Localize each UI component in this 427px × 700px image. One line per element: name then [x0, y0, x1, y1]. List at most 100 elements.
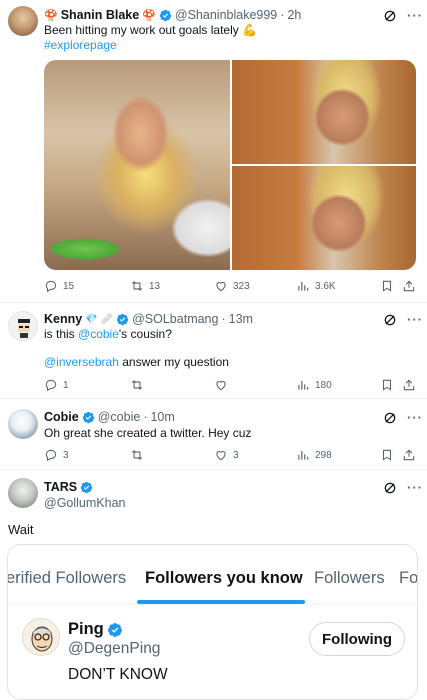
retweet-button[interactable]	[130, 448, 144, 462]
author-name[interactable]: TARS	[44, 480, 77, 494]
verified-badge-icon	[116, 313, 129, 325]
text-segment: Oh great she created a twitter. Hey cuz	[44, 426, 252, 440]
tweet-actions: 15 13 323 3.6K	[44, 279, 416, 295]
analytics-icon	[298, 281, 309, 291]
tweet-text: Been hitting my work out goals lately 💪 …	[44, 23, 257, 53]
text-segment: 's cousin?	[118, 327, 172, 341]
reply-tweet: Kenny 💎 🩹 @SOLbatmang · 13m ··· is this …	[0, 303, 427, 398]
tweet-actions: 1 180	[44, 378, 416, 394]
following-button[interactable]: Following	[309, 622, 405, 656]
author-name[interactable]: Shanin Blake	[61, 8, 140, 22]
tab-divider	[8, 604, 417, 605]
tweet-top-actions: ···	[383, 313, 423, 327]
author-name[interactable]: Kenny	[44, 312, 82, 326]
share-button[interactable]	[402, 448, 416, 462]
user-handle[interactable]: @DegenPing	[68, 640, 160, 658]
retweet-icon	[131, 281, 143, 291]
more-options-icon[interactable]: ···	[407, 411, 423, 424]
bookmark-icon	[382, 449, 392, 461]
analytics-icon	[298, 380, 309, 390]
retweet-button[interactable]: 13	[130, 279, 160, 293]
tweet-text-line2: @inversebrah answer my question	[44, 355, 229, 370]
tab-verified-followers[interactable]: erified Followers	[8, 569, 126, 588]
tab-following[interactable]: Fo	[399, 569, 417, 588]
reply-button[interactable]: 3	[44, 448, 69, 462]
user-name[interactable]: Ping	[68, 620, 104, 639]
view-count: 298	[315, 449, 332, 461]
like-button[interactable]: 3	[214, 448, 239, 462]
like-count: 323	[233, 280, 250, 292]
reply-icon	[45, 280, 57, 293]
more-options-icon[interactable]: ···	[407, 9, 423, 22]
user-handle-row: @DegenPing	[68, 640, 160, 658]
reply-button[interactable]: 1	[44, 378, 69, 392]
reply-count: 1	[63, 379, 69, 391]
bookmark-button[interactable]	[380, 378, 394, 392]
author-handle[interactable]: @SOLbatmang	[132, 312, 218, 326]
avatar[interactable]	[8, 478, 38, 508]
verified-badge-icon	[107, 622, 122, 637]
hashtag-link[interactable]: #explorepage	[44, 38, 117, 52]
mushroom-icon: 🍄	[142, 9, 156, 22]
bookmark-icon	[382, 379, 392, 391]
grok-icon[interactable]	[383, 411, 397, 425]
tweet-top-actions: ···	[383, 481, 423, 495]
heart-icon	[216, 451, 226, 461]
more-options-icon[interactable]: ···	[407, 313, 423, 326]
avatar[interactable]	[8, 409, 38, 439]
dot-separator: ·	[280, 8, 285, 22]
author-handle[interactable]: @cobie	[98, 410, 141, 424]
views-button[interactable]: 3.6K	[296, 279, 336, 293]
heart-icon	[216, 381, 226, 391]
heart-icon	[216, 282, 226, 292]
text-segment: Wait	[8, 522, 34, 537]
tweet-text: Wait	[8, 522, 34, 537]
grok-icon[interactable]	[383, 9, 397, 23]
tweet-header: TARS	[44, 480, 93, 494]
tweet-header: Cobie @cobie · 10m	[44, 410, 175, 424]
mention-link[interactable]: @cobie	[78, 327, 119, 341]
verified-badge-icon	[159, 9, 172, 21]
author-handle[interactable]: @GollumKhan	[44, 496, 125, 510]
mention-link[interactable]: @inversebrah	[44, 355, 119, 369]
followers-tab-bar: erified Followers Followers you know Fol…	[8, 545, 417, 605]
view-count: 180	[315, 379, 332, 391]
bookmark-button[interactable]	[380, 448, 394, 462]
embedded-followers-screenshot: erified Followers Followers you know Fol…	[7, 544, 418, 700]
author-handle[interactable]: @Shaninblake999	[175, 8, 277, 22]
share-button[interactable]	[402, 378, 416, 392]
analytics-icon	[298, 450, 309, 460]
avatar[interactable]	[8, 6, 38, 36]
retweet-button[interactable]	[130, 378, 144, 392]
views-button[interactable]: 180	[296, 378, 332, 392]
text-segment: answer my question	[118, 355, 229, 369]
like-button[interactable]	[214, 378, 228, 392]
avatar[interactable]	[8, 311, 38, 341]
more-options-icon[interactable]: ···	[407, 481, 423, 494]
like-count: 3	[233, 449, 239, 461]
reply-button[interactable]: 15	[44, 279, 74, 293]
tweet-photo-3[interactable]	[232, 166, 416, 270]
views-button[interactable]: 298	[296, 448, 332, 462]
grok-icon[interactable]	[383, 481, 397, 495]
tab-followers[interactable]: Followers	[314, 569, 385, 588]
retweet-icon	[131, 380, 143, 390]
bookmark-button[interactable]	[380, 279, 394, 293]
share-icon	[403, 449, 415, 461]
timestamp[interactable]: 13m	[229, 312, 253, 326]
handle-row: @GollumKhan	[44, 496, 125, 510]
user-bio: DON’T KNOW	[68, 666, 168, 683]
tweet-header: Kenny 💎 🩹 @SOLbatmang · 13m	[44, 312, 253, 326]
timestamp[interactable]: 10m	[150, 410, 174, 424]
grok-icon[interactable]	[383, 313, 397, 327]
tweet-photo-2[interactable]	[232, 60, 416, 164]
tab-followers-you-know[interactable]: Followers you know	[145, 569, 303, 588]
timestamp[interactable]: 2h	[287, 8, 301, 22]
tweet-photo-1[interactable]	[44, 60, 230, 270]
like-button[interactable]: 323	[214, 279, 250, 293]
reply-icon	[45, 449, 57, 462]
avatar[interactable]	[22, 618, 60, 656]
author-name[interactable]: Cobie	[44, 410, 79, 424]
share-button[interactable]	[402, 279, 416, 293]
cartoon-face-icon	[31, 626, 53, 652]
